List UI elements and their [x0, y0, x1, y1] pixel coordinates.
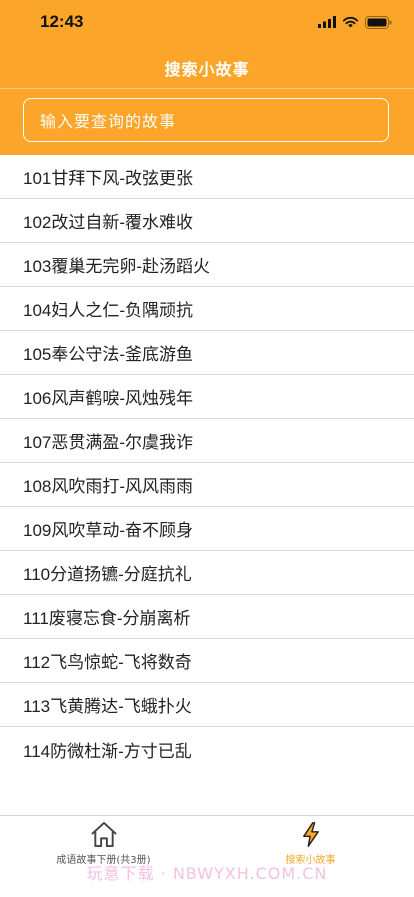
status-icons	[318, 13, 392, 31]
list-item[interactable]: 110分道扬镳-分庭抗礼	[0, 551, 414, 595]
status-bar: 12:43	[0, 0, 414, 44]
list-item[interactable]: 104妇人之仁-负隅顽抗	[0, 287, 414, 331]
list-item[interactable]: 114防微杜渐-方寸已乱	[0, 727, 414, 771]
list-item[interactable]: 102改过自新-覆水难收	[0, 199, 414, 243]
list-item[interactable]: 105奉公守法-釜底游鱼	[0, 331, 414, 375]
list-item[interactable]: 111废寝忘食-分崩离析	[0, 595, 414, 639]
list-item[interactable]: 113飞黄腾达-飞蛾扑火	[0, 683, 414, 727]
list-item[interactable]: 109风吹草动-奋不顾身	[0, 507, 414, 551]
battery-icon	[365, 15, 392, 29]
list-item[interactable]: 101甘拜下风-改弦更张	[0, 155, 414, 199]
search-input[interactable]: 输入要查询的故事	[23, 98, 389, 142]
tab-search-story[interactable]: 搜索小故事	[207, 816, 414, 866]
tab-bar: 成语故事下册(共3册) 搜索小故事	[0, 815, 414, 897]
signal-icon	[318, 16, 336, 28]
list-item[interactable]: 103覆巢无完卵-赴汤蹈火	[0, 243, 414, 287]
list-item[interactable]: 108风吹雨打-风风雨雨	[0, 463, 414, 507]
story-list: 101甘拜下风-改弦更张 102改过自新-覆水难收 103覆巢无完卵-赴汤蹈火 …	[0, 155, 414, 771]
watermark: 玩意下载 · NBWYXH.COM.CN	[86, 864, 328, 883]
header: 12:43 搜索小故事 输入要查询的故事	[0, 0, 414, 155]
home-icon	[90, 821, 117, 848]
search-placeholder: 输入要查询的故事	[40, 112, 177, 131]
wifi-icon	[342, 16, 359, 28]
list-item[interactable]: 107恶贯满盈-尔虞我诈	[0, 419, 414, 463]
list-item[interactable]: 106风声鹤唳-风烛残年	[0, 375, 414, 419]
lightning-icon	[302, 822, 319, 847]
status-time: 12:43	[40, 12, 84, 31]
page-title: 搜索小故事	[164, 60, 250, 79]
list-item[interactable]: 112飞鸟惊蛇-飞将数奇	[0, 639, 414, 683]
nav-divider	[0, 88, 414, 89]
tab-story-book[interactable]: 成语故事下册(共3册)	[0, 816, 207, 866]
